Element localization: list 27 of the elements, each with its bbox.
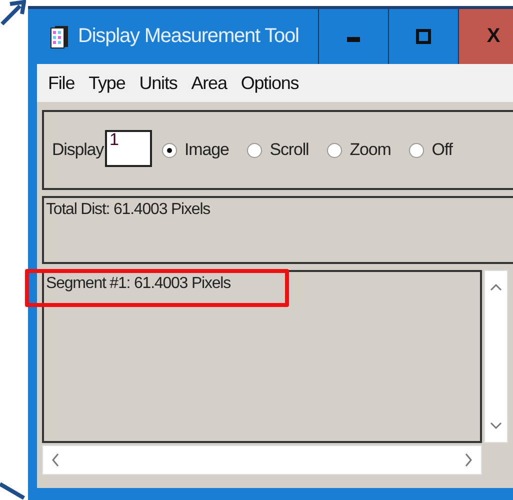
horizontal-scrollbar[interactable] (42, 445, 482, 475)
menu-item[interactable]: File (48, 72, 75, 94)
display-label: Display (52, 140, 104, 160)
scroll-down-icon[interactable] (490, 422, 502, 430)
radio-label: Scroll (270, 140, 309, 160)
radio-label: Zoom (350, 140, 391, 160)
arrow-drawing (0, 0, 26, 26)
radio-label: Image (184, 140, 229, 160)
menu-item[interactable]: Options (240, 72, 299, 94)
radio-label: Off (432, 140, 452, 160)
app-icon (50, 24, 70, 48)
close-button[interactable]: X (458, 9, 513, 64)
radio-button[interactable] (246, 142, 262, 158)
radio-button[interactable] (162, 142, 177, 158)
menu-item[interactable]: Units (139, 72, 178, 94)
menu-item[interactable]: Area (191, 72, 227, 94)
scroll-left-icon[interactable] (51, 453, 59, 467)
vertical-scrollbar[interactable] (484, 270, 508, 443)
radio-button[interactable] (408, 142, 424, 158)
scroll-right-icon[interactable] (465, 453, 473, 467)
total-distance-text: Total Dist: 61.4003 Pixels (46, 201, 210, 218)
display-field[interactable]: 1 (104, 130, 152, 166)
radio-button[interactable] (326, 142, 342, 158)
window-title: Display Measurement Tool (78, 25, 300, 48)
segment-text: Segment #1: 61.4003 Pixels (46, 275, 231, 292)
scroll-up-icon[interactable] (490, 283, 502, 291)
menu-item[interactable]: Type (88, 72, 126, 94)
